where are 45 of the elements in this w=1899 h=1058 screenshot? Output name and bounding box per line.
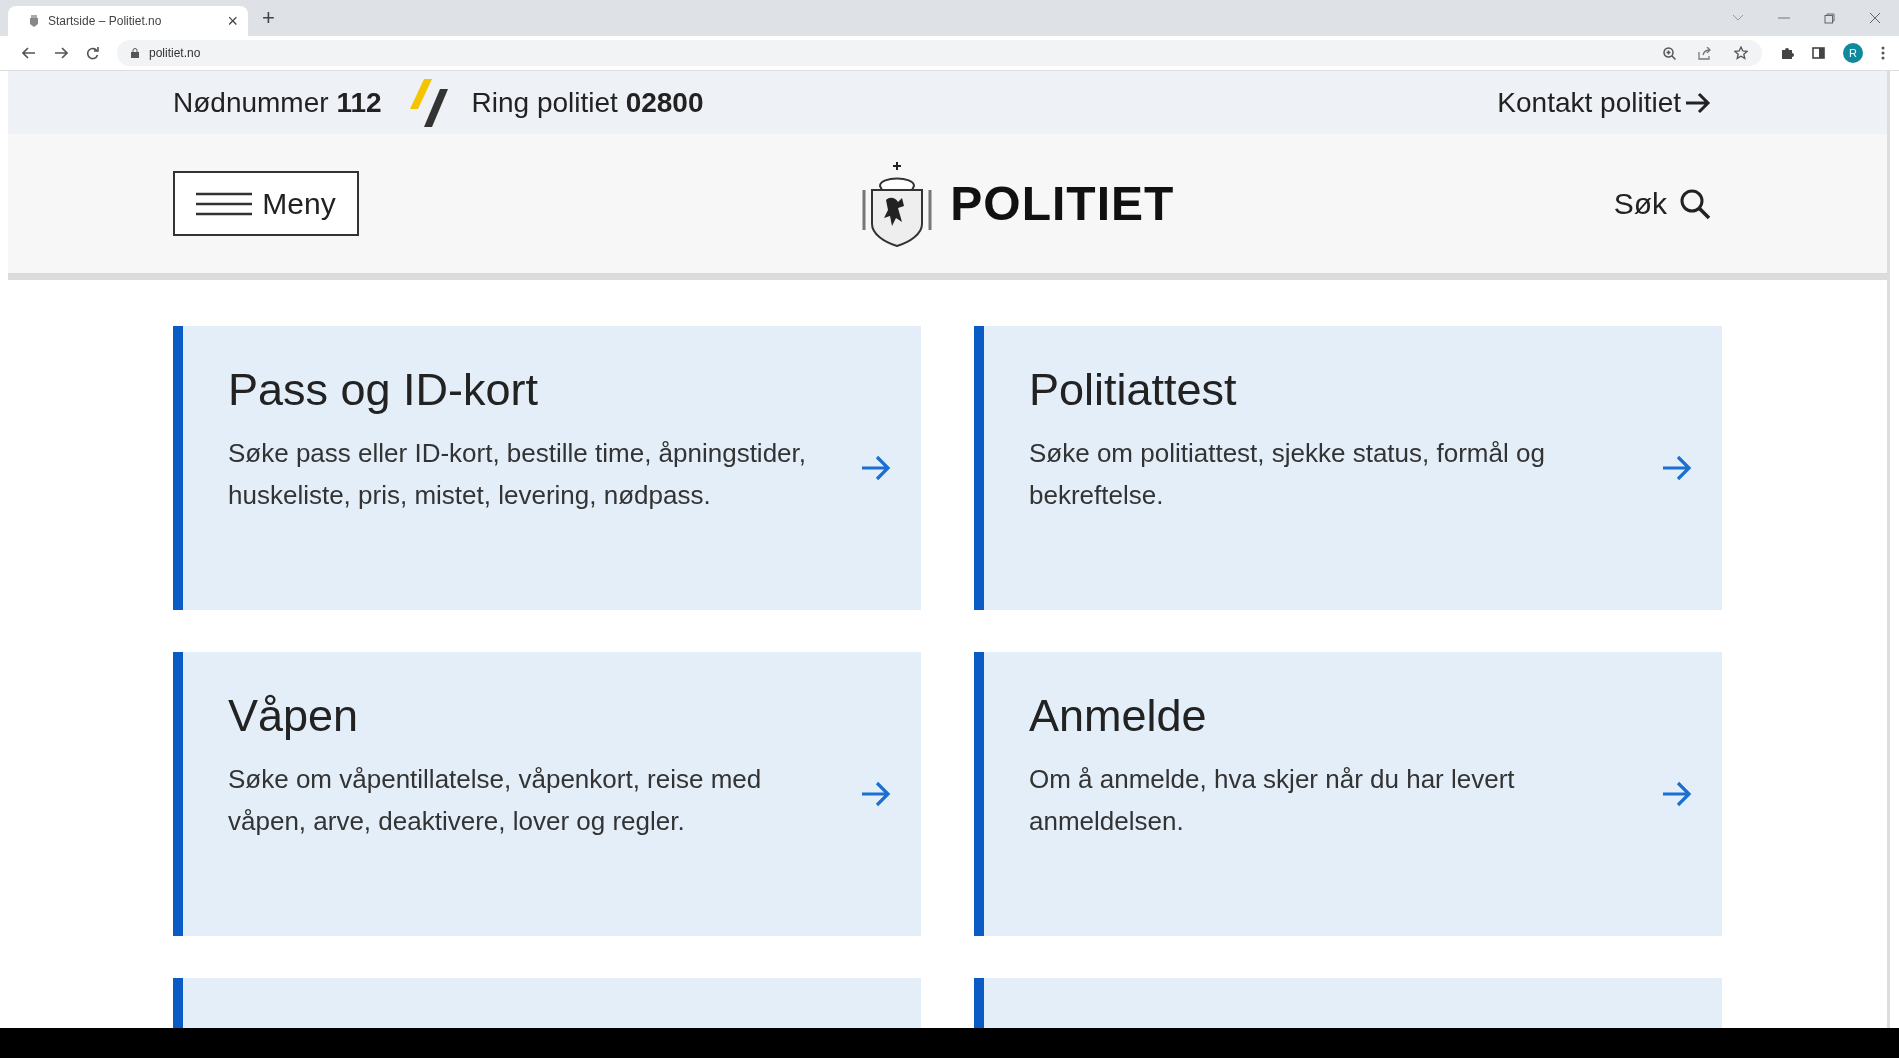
service-card[interactable]: Våpen Søke om våpentillatelse, våpenkort, reise med våpen, arve, deaktivere, lover og regler.	[173, 652, 921, 936]
new-tab-button[interactable]: +	[262, 5, 275, 31]
card-title: Våpen	[228, 690, 360, 742]
browser-tab[interactable]: Startside – Politiet.no ×	[8, 6, 248, 36]
arrow-right-icon	[1662, 455, 1692, 481]
card-description: Om å anmelde, hva skjer når du har levert anmeldelsen.	[1029, 763, 1516, 838]
menu-icon	[196, 191, 253, 216]
profile-avatar[interactable]: R	[1843, 43, 1863, 63]
forward-icon[interactable]	[54, 47, 68, 59]
card-title: Anmelde	[1029, 690, 1208, 742]
arrow-right-icon	[1662, 781, 1692, 807]
more-icon[interactable]	[1881, 46, 1885, 60]
sidebar-icon[interactable]	[1812, 47, 1825, 59]
card-description: Søke om våpentillatelse, våpenkort, reise med våpen, arve, deaktivere, lover og regler.	[228, 763, 763, 838]
card-title: Politiattest	[1029, 364, 1238, 416]
restore-icon[interactable]	[1824, 12, 1835, 24]
star-icon[interactable]	[1734, 46, 1748, 60]
service-card[interactable]: Politiattest Søke om politiattest, sjekke status, formål og bekreftelse.	[974, 326, 1722, 610]
card-title: Pass og ID-kort	[228, 364, 540, 416]
crest-icon	[28, 14, 40, 28]
service-card[interactable]: Anmelde Om å anmelde, hva skjer når du har levert anmeldelsen.	[974, 652, 1722, 936]
search-icon	[1679, 187, 1711, 220]
emergency-number-text: Nødnummer 112	[173, 86, 382, 119]
menu-button[interactable]: Meny	[173, 171, 359, 237]
tab-title: Startside – Politiet.no	[48, 14, 163, 28]
contact-police-link[interactable]: Kontakt politiet	[1497, 86, 1711, 119]
arrow-right-icon	[1685, 91, 1711, 114]
puzzle-icon[interactable]	[1780, 46, 1794, 60]
service-card[interactable]: Pass og ID-kort Søke pass eller ID-kort, bestille time, åpningstider, huskeliste, pris, mistet, levering, nødpass.	[173, 326, 921, 610]
slash-stripes-icon	[409, 78, 448, 127]
back-icon[interactable]	[22, 47, 36, 59]
address-field[interactable]: politiet.no	[117, 40, 1762, 66]
share-icon[interactable]	[1698, 46, 1712, 60]
logo-wordmark[interactable]: POLITIET	[950, 176, 1175, 232]
lock-icon	[131, 48, 139, 58]
zoom-icon[interactable]	[1663, 46, 1676, 60]
close-icon[interactable]	[1869, 12, 1881, 24]
search-button[interactable]: Søk	[1613, 186, 1711, 221]
police-number-text: Ring politiet 02800	[471, 86, 704, 119]
reload-icon[interactable]	[86, 46, 99, 60]
card-description: Søke pass eller ID-kort, bestille time, åpningstider, huskeliste, pris, mistet, levering, nødpass.	[228, 437, 808, 512]
close-tab-button[interactable]: ×	[227, 10, 238, 32]
card-description: Søke om politiattest, sjekke status, formål og bekreftelse.	[1029, 437, 1546, 512]
arrow-right-icon	[861, 455, 891, 481]
arrow-right-icon	[861, 781, 891, 807]
